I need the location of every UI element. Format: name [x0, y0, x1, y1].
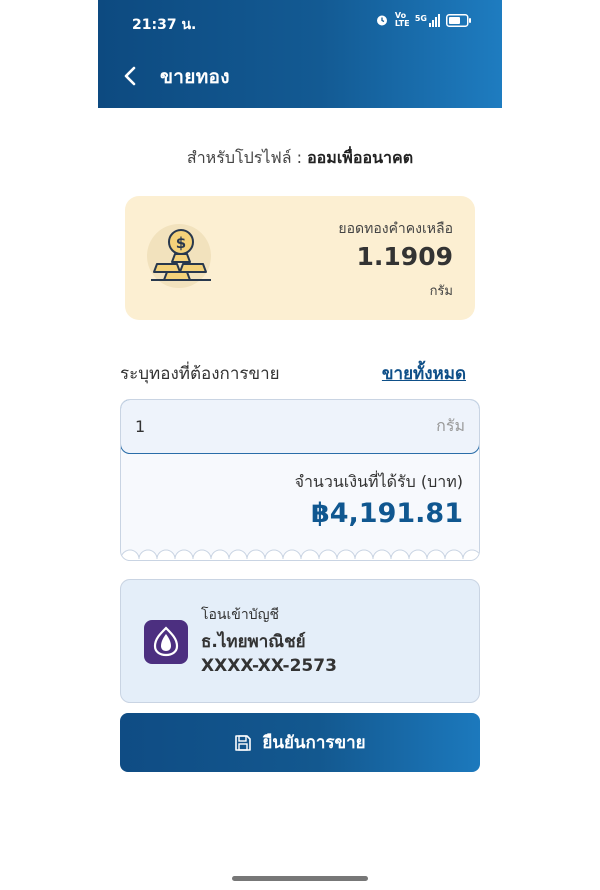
scb-bank-logo-icon: [144, 620, 188, 664]
app-header: 21:37 น. Vo LTE 5G ขายทอง: [98, 0, 502, 108]
balance-label: ยอดทองคำคงเหลือ: [338, 221, 453, 237]
profile-prefix: สำหรับโปรไฟล์ :: [186, 148, 302, 167]
scalloped-edge: [121, 549, 479, 560]
balance-unit: กรัม: [429, 284, 453, 299]
balance-value: 1.1909: [356, 242, 453, 271]
gold-amount-input[interactable]: 1 กรัม: [121, 400, 479, 454]
transfer-to-label: โอนเข้าบัญชี: [201, 607, 280, 623]
receive-amount-value: ฿4,191.81: [310, 498, 463, 529]
gold-balance-card: $ ยอดทองคำคงเหลือ 1.1909 กรัม: [125, 196, 475, 320]
receive-amount-label: จำนวนเงินที่ได้รับ (บาท): [294, 472, 463, 491]
home-indicator[interactable]: [232, 876, 368, 881]
gold-bars-coin-icon: $: [147, 224, 211, 288]
back-button[interactable]: [118, 62, 142, 90]
status-time: 21:37 น.: [132, 17, 197, 33]
confirm-sell-label: ยืนยันการขาย: [262, 733, 366, 753]
sell-amount-box: 1 กรัม จำนวนเงินที่ได้รับ (บาท) ฿4,191.8…: [120, 399, 480, 561]
battery-icon: [446, 13, 471, 27]
page-title: ขายทอง: [160, 66, 230, 88]
account-number: XXXX-XX-2573: [201, 656, 337, 676]
alarm-icon: [376, 15, 387, 26]
confirm-sell-button[interactable]: ยืนยันการขาย: [120, 713, 480, 772]
bank-name: ธ.ไทยพาณิชย์: [201, 632, 306, 652]
gold-amount-unit: กรัม: [436, 416, 465, 435]
bank-account-card[interactable]: โอนเข้าบัญชี ธ.ไทยพาณิชย์ XXXX-XX-2573: [120, 579, 480, 703]
signal-label: 5G: [414, 13, 427, 23]
chevron-left-icon: [124, 66, 136, 86]
svg-text:$: $: [176, 234, 186, 252]
status-icons: Vo LTE 5G: [375, 12, 472, 28]
phone-screen: 21:37 น. Vo LTE 5G ขายทอง สำหรับโปรไฟล์ …: [98, 0, 502, 890]
profile-line: สำหรับโปรไฟล์ : ออมเพื่ออนาคต: [98, 146, 502, 171]
save-icon: [235, 734, 252, 751]
volte-icon: Vo LTE: [394, 11, 410, 28]
sell-all-link[interactable]: ขายทั้งหมด: [382, 360, 466, 387]
signal-icon: 5G: [414, 13, 440, 27]
sell-amount-label: ระบุทองที่ต้องการขาย: [120, 364, 280, 384]
profile-name: ออมเพื่ออนาคต: [307, 148, 414, 167]
gold-amount-value: 1: [135, 417, 146, 436]
